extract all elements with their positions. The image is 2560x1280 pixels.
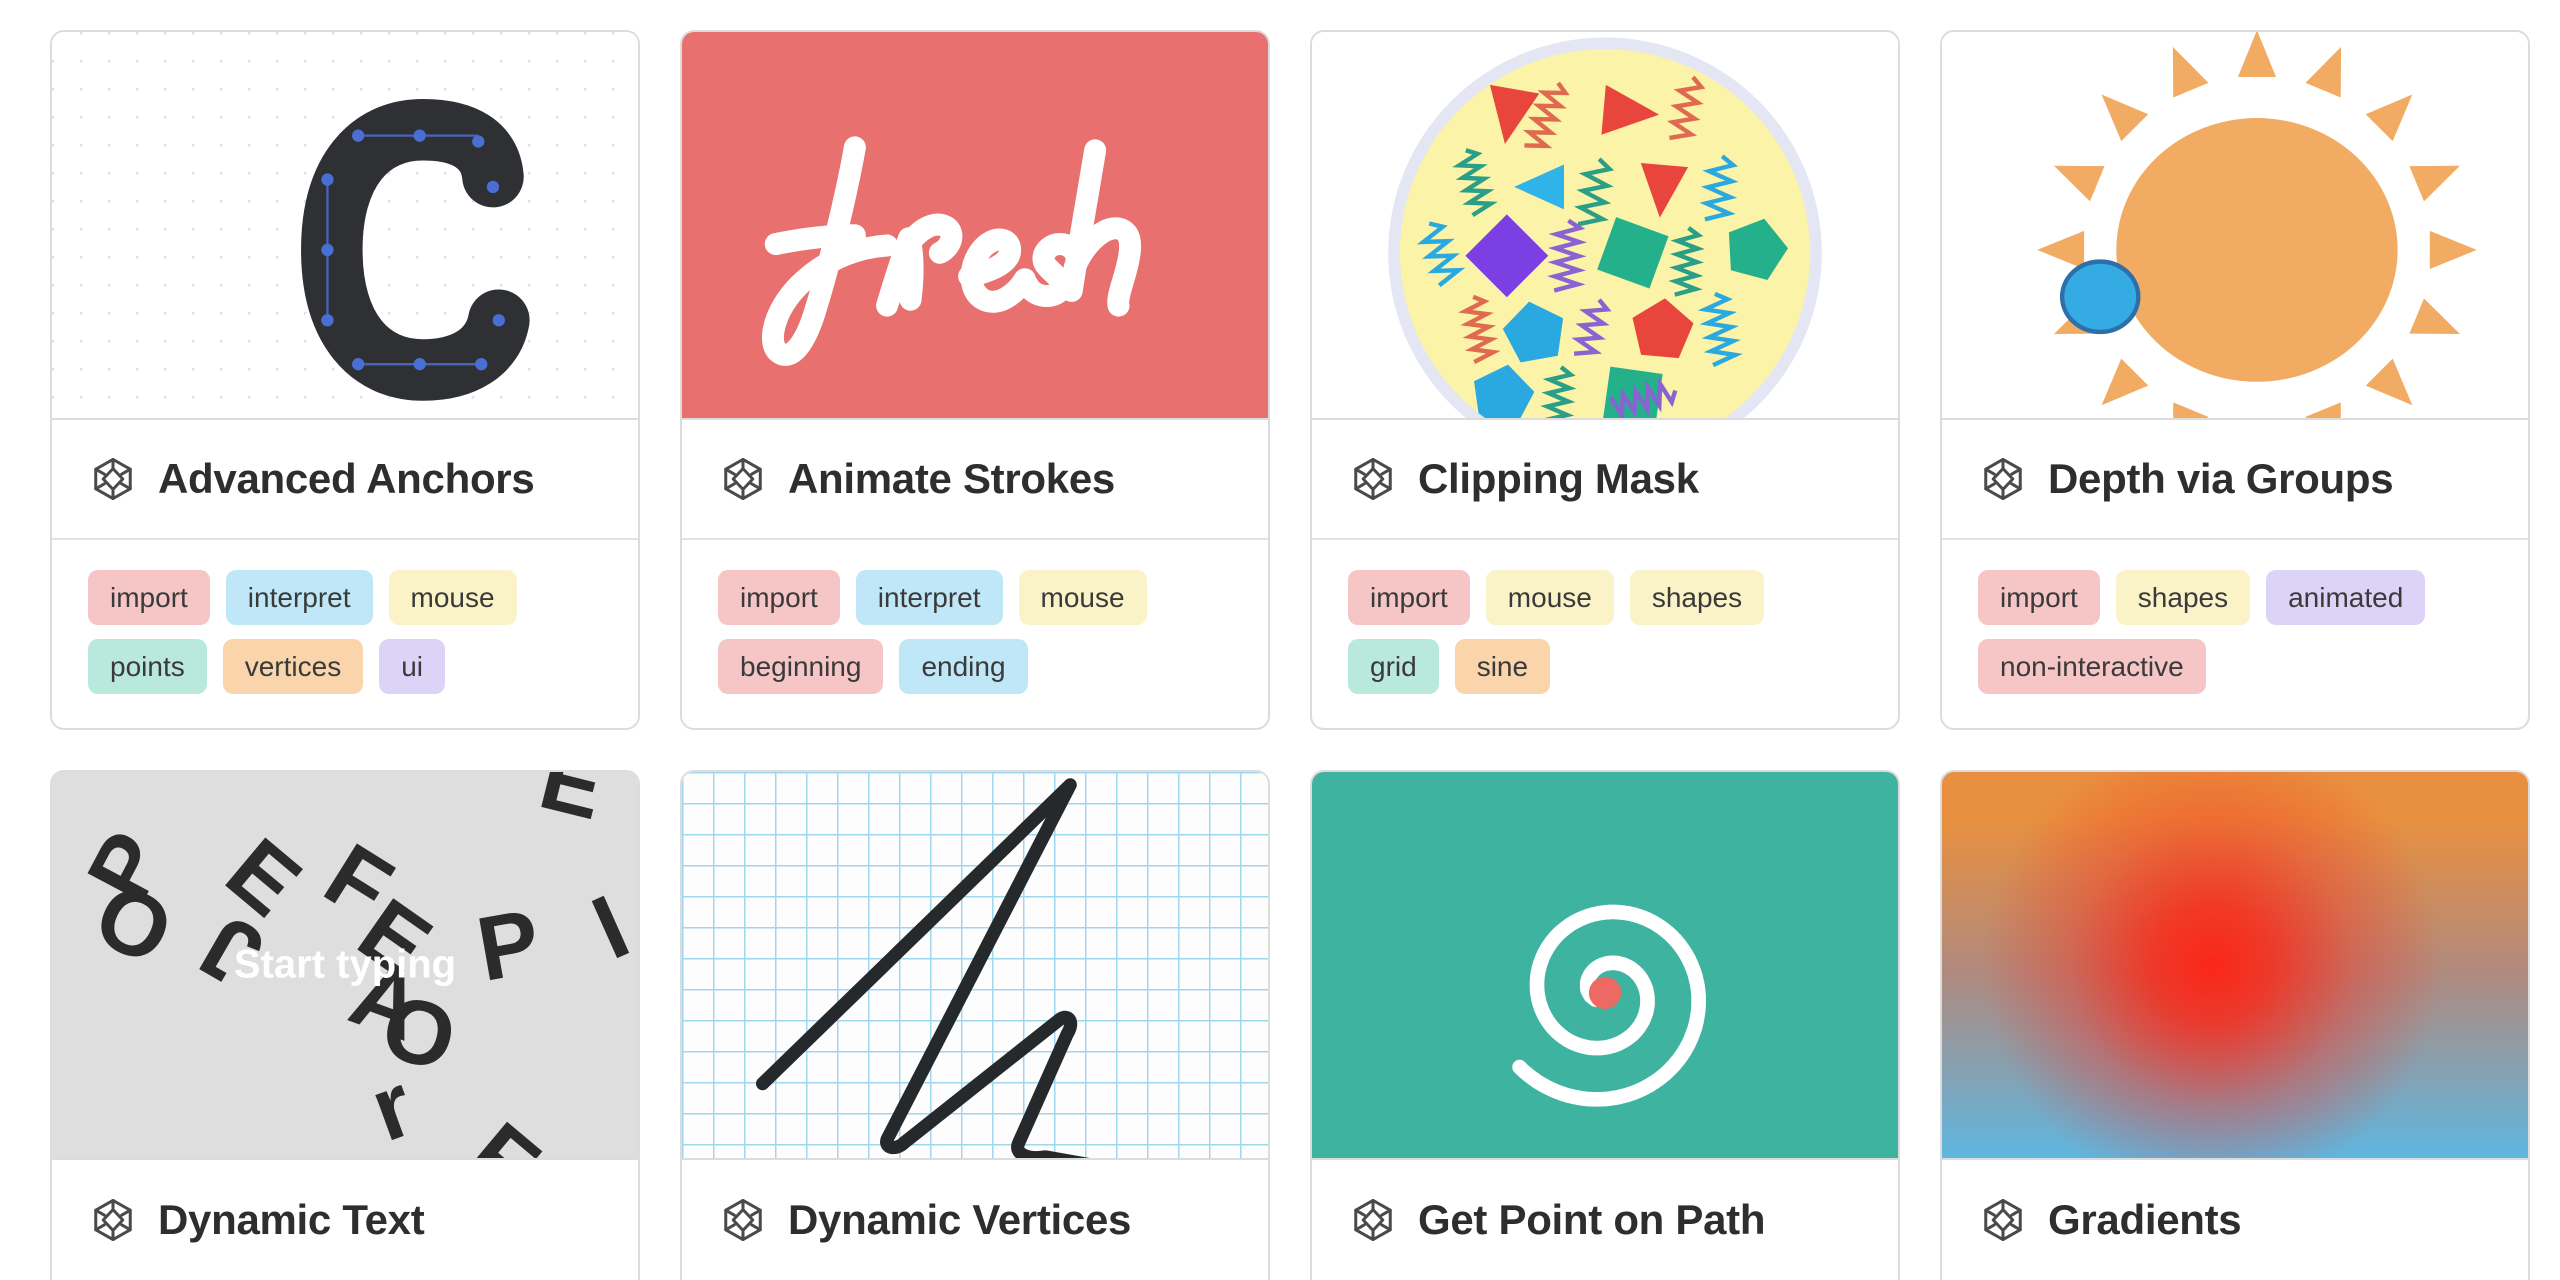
sketch-card-get-point-on-path[interactable]: Get Point on Path: [1310, 770, 1900, 1280]
sketch-title: Gradients: [2048, 1196, 2242, 1243]
svg-text:F: F: [449, 1104, 556, 1158]
svg-text:I: I: [579, 876, 638, 979]
sketch-title: Depth via Groups: [2048, 455, 2394, 502]
sketch-tag-list: import shapes animated non-interactive: [1942, 540, 2528, 728]
sketch-card-dynamic-vertices[interactable]: Dynamic Vertices: [680, 770, 1270, 1280]
sketch-title: Dynamic Text: [158, 1196, 425, 1243]
blue-circle: [2059, 259, 2141, 335]
fresh-script-text: [761, 136, 1142, 366]
sketch-thumbnail-gradients[interactable]: [1942, 772, 2528, 1160]
tag-import[interactable]: import: [1348, 570, 1470, 625]
sketch-title-row[interactable]: Animate Strokes: [682, 420, 1268, 540]
sketch-title-row[interactable]: Get Point on Path: [1312, 1160, 1898, 1280]
sketch-thumbnail-depth-via-groups[interactable]: [1942, 32, 2528, 420]
path-point-dot: [1588, 976, 1622, 1009]
cube-icon: [1354, 457, 1392, 501]
spiral-path: [1512, 904, 1706, 1107]
sketch-title: Get Point on Path: [1418, 1196, 1766, 1243]
tag-import[interactable]: import: [1978, 570, 2100, 625]
sketch-title-row[interactable]: Dynamic Vertices: [682, 1160, 1268, 1280]
tag-mouse[interactable]: mouse: [1485, 570, 1614, 625]
tag-non-interactive[interactable]: non-interactive: [1978, 639, 2206, 694]
sketch-title-row[interactable]: Depth via Groups: [1942, 420, 2528, 540]
sketch-tag-list: import mouse shapes grid sine: [1312, 540, 1898, 728]
sketch-thumbnail-dynamic-vertices[interactable]: [682, 772, 1268, 1160]
tag-beginning[interactable]: beginning: [718, 639, 884, 694]
cube-icon: [724, 457, 762, 501]
sketch-thumbnail-animate-strokes[interactable]: [682, 32, 1268, 420]
cube-icon: [724, 1198, 762, 1242]
cube-icon: [1354, 1198, 1392, 1242]
tag-interpret[interactable]: interpret: [225, 570, 373, 625]
sketch-tag-list: import interpret mouse points vertices ui: [52, 540, 638, 728]
svg-text:E: E: [531, 772, 614, 839]
sketch-title-row[interactable]: Dynamic Text: [52, 1160, 638, 1280]
sketch-thumbnail-advanced-anchors[interactable]: [52, 32, 638, 420]
sketch-card-animate-strokes[interactable]: Animate Strokes import interpret mouse begin…: [680, 30, 1270, 730]
tag-import[interactable]: import: [88, 570, 210, 625]
sketch-title-row[interactable]: Advanced Anchors: [52, 420, 638, 540]
sketch-thumbnail-get-point-on-path[interactable]: [1312, 772, 1898, 1160]
start-typing-hint: Start typing: [233, 942, 457, 987]
sketch-title: Advanced Anchors: [158, 455, 535, 502]
sketch-title: Animate Strokes: [788, 455, 1115, 502]
sketch-thumbnail-clipping-mask[interactable]: [1312, 32, 1898, 420]
sketch-tag-list: import interpret mouse beginning ending: [682, 540, 1268, 728]
tag-ending[interactable]: ending: [899, 639, 1028, 694]
sun-disc: [2116, 118, 2398, 382]
tag-shapes[interactable]: shapes: [1629, 570, 1765, 625]
tag-grid[interactable]: grid: [1348, 639, 1439, 694]
tag-ui[interactable]: ui: [379, 639, 445, 694]
tag-interpret[interactable]: interpret: [855, 570, 1003, 625]
tag-sine[interactable]: sine: [1454, 639, 1551, 694]
freehand-stroke: [755, 778, 1090, 1158]
cube-icon: [1984, 457, 2022, 501]
tag-shapes[interactable]: shapes: [2115, 570, 2251, 625]
sketch-title-row[interactable]: Clipping Mask: [1312, 420, 1898, 540]
sketch-title-row[interactable]: Gradients: [1942, 1160, 2528, 1280]
tag-vertices[interactable]: vertices: [222, 639, 364, 694]
tag-mouse[interactable]: mouse: [1018, 570, 1147, 625]
sketch-card-advanced-anchors[interactable]: Advanced Anchors import interpret mouse poin…: [50, 30, 640, 730]
sketch-thumbnail-dynamic-text[interactable]: PEOFEJEPIAOrF Start typing: [52, 772, 638, 1160]
sketch-card-depth-via-groups[interactable]: Depth via Groups import shapes animated non-…: [1940, 30, 2530, 730]
tag-import[interactable]: import: [718, 570, 840, 625]
sun-and-moon-group: [2037, 32, 2477, 418]
clipping-mask-shapes: [1388, 37, 1822, 418]
radial-glow-layer: [1942, 772, 2528, 1158]
sketch-title: Clipping Mask: [1418, 455, 1699, 502]
sketch-title: Dynamic Vertices: [788, 1196, 1132, 1243]
tag-points[interactable]: points: [88, 639, 207, 694]
tag-animated[interactable]: animated: [2266, 570, 2426, 625]
sketch-card-gradients[interactable]: Gradients: [1940, 770, 2530, 1280]
sketch-card-clipping-mask[interactable]: Clipping Mask import mouse shapes grid sine: [1310, 30, 1900, 730]
sketch-card-dynamic-text[interactable]: PEOFEJEPIAOrF Start typing Dynamic Text: [50, 770, 640, 1280]
cube-icon: [1984, 1198, 2022, 1242]
letter-c-path: [301, 99, 530, 401]
sketch-card-grid: Advanced Anchors import interpret mouse poin…: [0, 0, 2560, 1280]
cube-icon: [94, 457, 132, 501]
tag-mouse[interactable]: mouse: [388, 570, 517, 625]
svg-text:P: P: [470, 891, 547, 1001]
cube-icon: [94, 1198, 132, 1242]
